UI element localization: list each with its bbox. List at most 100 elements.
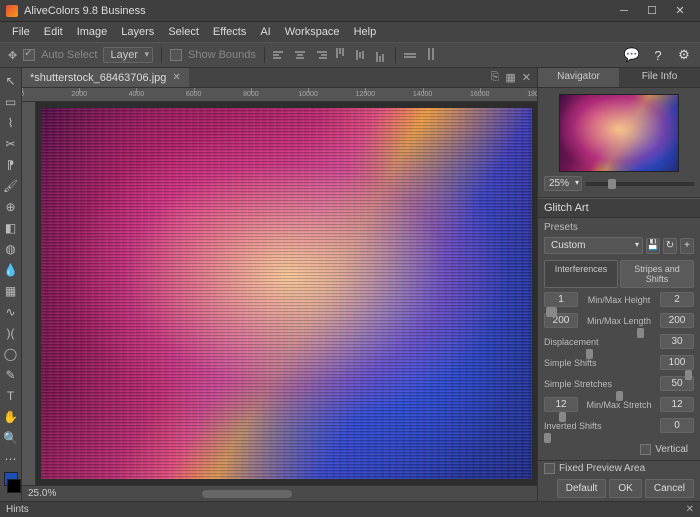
gradient-tool-icon[interactable]: ▦ bbox=[2, 282, 20, 300]
parameters-panel: 1 Min/Max Height 2 200 Min/Max Length 20… bbox=[538, 292, 700, 460]
lasso-tool-icon[interactable]: ⌇ bbox=[2, 114, 20, 132]
hints-label: Hints bbox=[6, 504, 29, 515]
align-left-icon[interactable] bbox=[273, 48, 287, 62]
maximize-button[interactable]: ☐ bbox=[638, 1, 666, 21]
settings-gear-icon[interactable]: ⚙ bbox=[676, 47, 692, 63]
show-bounds-checkbox[interactable] bbox=[170, 49, 182, 61]
menu-workspace[interactable]: Workspace bbox=[279, 24, 346, 40]
canvas-column: *shutterstock_68463706.jpg ✕ ⎘ ▦ ✕ 02000… bbox=[22, 68, 537, 501]
menu-layers[interactable]: Layers bbox=[115, 24, 160, 40]
horizontal-scrollbar[interactable] bbox=[202, 490, 292, 498]
align-vcenter-icon[interactable] bbox=[353, 48, 367, 62]
document-tab-label: *shutterstock_68463706.jpg bbox=[30, 72, 166, 84]
auto-select-checkbox[interactable] bbox=[23, 49, 35, 61]
menu-image[interactable]: Image bbox=[71, 24, 114, 40]
preset-reset-icon[interactable]: ↻ bbox=[663, 238, 677, 254]
default-button[interactable]: Default bbox=[557, 479, 607, 498]
blur-tool-icon[interactable]: 💧 bbox=[2, 261, 20, 279]
menu-effects[interactable]: Effects bbox=[207, 24, 252, 40]
notifications-icon[interactable]: 💬 bbox=[624, 47, 640, 63]
preset-save-icon[interactable]: 💾 bbox=[646, 238, 660, 254]
cancel-button[interactable]: Cancel bbox=[645, 479, 694, 498]
min-height-field[interactable]: 1 bbox=[544, 292, 578, 307]
smudge-tool-icon[interactable]: ∿ bbox=[2, 303, 20, 321]
shape-tool-icon[interactable]: ◯ bbox=[2, 345, 20, 363]
max-stretch-field[interactable]: 12 bbox=[660, 397, 694, 412]
tab-grid-icon[interactable]: ▦ bbox=[505, 71, 515, 84]
max-length-field[interactable]: 200 bbox=[660, 313, 694, 328]
ok-button[interactable]: OK bbox=[609, 479, 641, 498]
move-tool-icon[interactable]: ↖ bbox=[2, 72, 20, 90]
min-stretch-field[interactable]: 12 bbox=[544, 397, 578, 412]
subtab-stripes-shifts[interactable]: Stripes and Shifts bbox=[620, 260, 694, 288]
menu-ai[interactable]: AI bbox=[254, 24, 276, 40]
max-height-field[interactable]: 2 bbox=[660, 292, 694, 307]
tab-file-info[interactable]: File Info bbox=[619, 68, 700, 87]
right-panel: Navigator File Info 25% Glitch Art Prese… bbox=[537, 68, 700, 501]
text-tool-icon[interactable]: T bbox=[2, 387, 20, 405]
app-logo-icon bbox=[6, 5, 18, 17]
ruler-vertical bbox=[22, 102, 36, 485]
minmax-height-label: Min/Max Height bbox=[582, 295, 656, 305]
simple-shifts-field[interactable]: 100 bbox=[660, 355, 694, 370]
canvas[interactable] bbox=[36, 102, 537, 485]
align-right-icon[interactable] bbox=[313, 48, 327, 62]
brush-tool-icon[interactable]: 🖌 bbox=[2, 177, 20, 195]
menu-help[interactable]: Help bbox=[348, 24, 383, 40]
navigator-zoom-combo[interactable]: 25% bbox=[544, 176, 582, 191]
selection-tool-icon[interactable]: ▭ bbox=[2, 93, 20, 111]
canvas-status-bar: 25.0% bbox=[22, 485, 537, 501]
document-tab[interactable]: *shutterstock_68463706.jpg ✕ bbox=[22, 68, 189, 87]
clone-tool-icon[interactable]: ⊕ bbox=[2, 198, 20, 216]
hints-close-icon[interactable]: ✕ bbox=[686, 504, 694, 515]
fixed-preview-checkbox[interactable] bbox=[544, 463, 555, 474]
close-tab-icon[interactable]: ✕ bbox=[172, 72, 180, 83]
minmax-stretch-label: Min/Max Stretch bbox=[582, 400, 656, 410]
align-hcenter-icon[interactable] bbox=[293, 48, 307, 62]
tab-navigator[interactable]: Navigator bbox=[538, 68, 619, 87]
presets-label: Presets bbox=[544, 222, 694, 233]
presets-combo[interactable]: Custom bbox=[544, 237, 643, 254]
subtab-interferences[interactable]: Interferences bbox=[544, 260, 618, 288]
eraser-tool-icon[interactable]: ◧ bbox=[2, 219, 20, 237]
vertical-checkbox[interactable] bbox=[640, 444, 651, 455]
distribute-v-icon[interactable] bbox=[424, 48, 438, 62]
minimize-button[interactable]: ─ bbox=[610, 1, 638, 21]
align-bottom-icon[interactable] bbox=[373, 48, 387, 62]
inverted-shifts-label: Inverted Shifts bbox=[544, 421, 656, 431]
layer-target-combo[interactable]: Layer bbox=[103, 47, 153, 63]
menu-file[interactable]: File bbox=[6, 24, 36, 40]
zoom-tool-icon[interactable]: 🔍 bbox=[2, 429, 20, 447]
zoom-readout[interactable]: 25.0% bbox=[28, 488, 56, 499]
displacement-label: Displacement bbox=[544, 337, 656, 347]
simple-stretches-label: Simple Stretches bbox=[544, 379, 656, 389]
tab-close-all-icon[interactable]: ✕ bbox=[522, 71, 531, 84]
close-window-button[interactable]: ✕ bbox=[666, 1, 694, 21]
fill-tool-icon[interactable]: ◍ bbox=[2, 240, 20, 258]
help-icon[interactable]: ? bbox=[650, 47, 666, 63]
eyedropper-tool-icon[interactable]: ⁋ bbox=[2, 156, 20, 174]
menu-select[interactable]: Select bbox=[162, 24, 205, 40]
navigator-panel: 25% bbox=[538, 88, 700, 198]
distort-tool-icon[interactable]: )( bbox=[2, 324, 20, 342]
simple-shifts-label: Simple Shifts bbox=[544, 358, 656, 368]
window-title: AliveColors 9.8 Business bbox=[24, 5, 610, 17]
extra-tool-icon[interactable]: ⋯ bbox=[2, 450, 20, 468]
main-area: ↖ ▭ ⌇ ✂ ⁋ 🖌 ⊕ ◧ ◍ 💧 ▦ ∿ )( ◯ ✎ T ✋ 🔍 ⋯ *… bbox=[0, 68, 700, 501]
hand-tool-icon[interactable]: ✋ bbox=[2, 408, 20, 426]
distribute-h-icon[interactable] bbox=[404, 48, 418, 62]
menubar: File Edit Image Layers Select Effects AI… bbox=[0, 22, 700, 42]
tab-copy-icon[interactable]: ⎘ bbox=[491, 71, 500, 84]
preset-add-icon[interactable]: + bbox=[680, 238, 694, 254]
inverted-shifts-field[interactable]: 0 bbox=[660, 418, 694, 433]
displacement-field[interactable]: 30 bbox=[660, 334, 694, 349]
minmax-length-label: Min/Max Length bbox=[582, 316, 656, 326]
navigator-zoom-slider[interactable] bbox=[586, 182, 694, 186]
crop-tool-icon[interactable]: ✂ bbox=[2, 135, 20, 153]
background-color-swatch[interactable] bbox=[7, 479, 21, 493]
tool-options-bar: ✥ Auto Select Layer Show Bounds 💬 ? ⚙ bbox=[0, 42, 700, 68]
pen-tool-icon[interactable]: ✎ bbox=[2, 366, 20, 384]
menu-edit[interactable]: Edit bbox=[38, 24, 69, 40]
navigator-thumbnail[interactable] bbox=[559, 94, 679, 172]
align-top-icon[interactable] bbox=[333, 48, 347, 62]
